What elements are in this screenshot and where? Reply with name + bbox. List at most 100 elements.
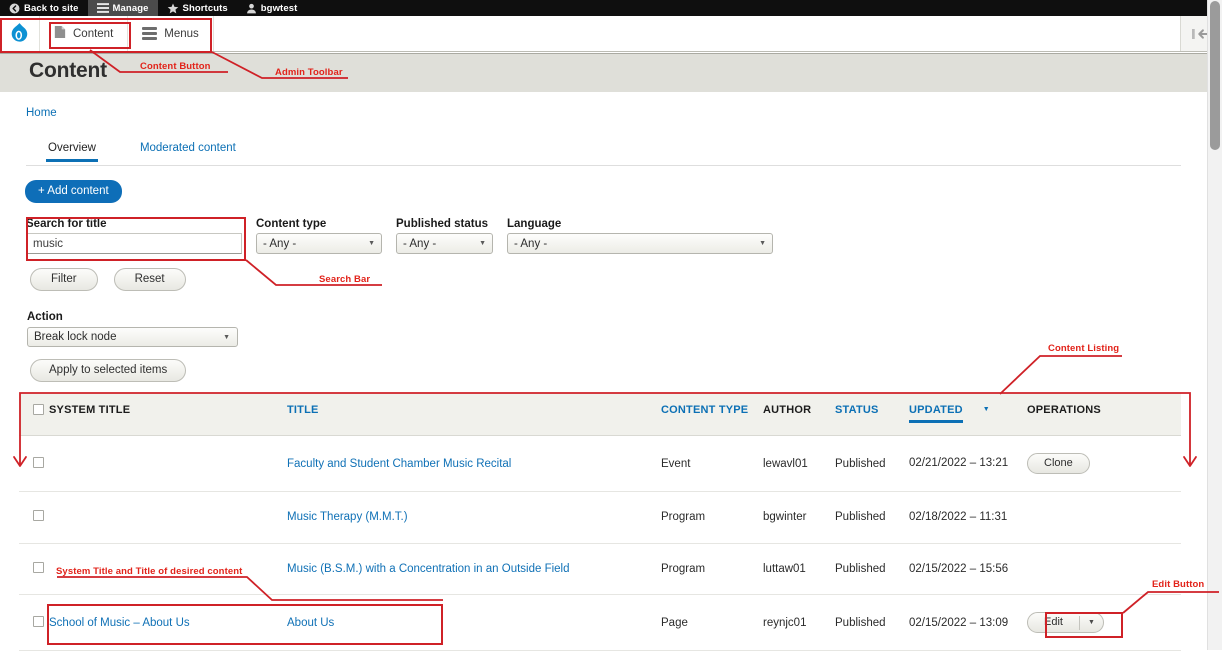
breadcrumb[interactable]: Home	[26, 107, 57, 119]
column-header-content-type[interactable]: CONTENT TYPE	[661, 393, 763, 436]
language-group: Language - Any - ▼	[507, 218, 773, 254]
tab-moderated-content[interactable]: Moderated content	[118, 142, 258, 161]
row-select-cell	[19, 594, 49, 651]
content-type-label: Content type	[256, 218, 327, 230]
chevron-down-icon: ▼	[759, 240, 766, 247]
clone-button[interactable]: Clone	[1027, 453, 1090, 474]
content-type-group: Content type - Any - ▼	[256, 218, 382, 254]
cell-system-title	[49, 491, 287, 544]
edit-dropdown-toggle[interactable]: ▼	[1078, 615, 1103, 630]
content-type-value: - Any -	[263, 237, 297, 250]
toolbar-menus-button[interactable]: Menus	[128, 16, 214, 51]
content-title-link[interactable]: Music (B.S.M.) with a Concentration in a…	[287, 563, 570, 575]
clone-button-label: Clone	[1044, 457, 1073, 469]
sort-descending-icon[interactable]: ▼	[983, 406, 990, 413]
toolbar-content-label: Content	[73, 27, 114, 40]
admin-menu-back-to-site-label: Back to site	[24, 2, 79, 14]
cell-status: Published	[835, 594, 909, 651]
admin-toolbar: Content Menus	[0, 16, 1222, 52]
search-for-title-label: Search for title	[26, 218, 107, 230]
toolbar-content-button[interactable]: Content	[40, 16, 129, 51]
vertical-scrollbar-track[interactable]	[1207, 0, 1222, 650]
chevron-down-icon: ▼	[368, 240, 375, 247]
cell-content-type: Event	[661, 435, 763, 492]
row-select-cell	[19, 491, 49, 544]
row-checkbox[interactable]	[33, 562, 44, 573]
row-checkbox[interactable]	[33, 510, 44, 522]
table-header-row: SYSTEM TITLE TITLE CONTENT TYPE AUTHOR S…	[19, 393, 1181, 436]
admin-menu-manage-label: Manage	[112, 2, 149, 14]
content-type-select[interactable]: - Any - ▼	[256, 233, 382, 254]
apply-to-selected-items-button[interactable]: Apply to selected items	[30, 359, 187, 382]
cell-operations	[1027, 491, 1181, 544]
language-select[interactable]: - Any - ▼	[507, 233, 773, 254]
edit-button-label: Edit	[1044, 616, 1063, 629]
content-title-link[interactable]: Music Therapy (M.M.T.)	[287, 511, 408, 523]
table-body: Faculty and Student Chamber Music Recita…	[19, 435, 1181, 651]
cell-updated: 02/21/2022 – 13:21	[909, 435, 1027, 492]
column-header-title[interactable]: TITLE	[287, 393, 661, 436]
column-header-updated[interactable]: UPDATED ▼	[909, 393, 1027, 436]
drupal-logo-icon[interactable]	[0, 16, 40, 51]
published-status-select[interactable]: - Any - ▼	[396, 233, 493, 254]
menus-hamburger-icon	[142, 25, 158, 43]
column-header-status[interactable]: STATUS	[835, 393, 909, 436]
admin-menu-username: bgwtest	[260, 2, 298, 14]
page-title-band	[0, 53, 1207, 92]
tab-overview[interactable]: Overview	[26, 142, 118, 162]
cell-title: Music (B.S.M.) with a Concentration in a…	[287, 543, 661, 596]
cell-operations	[1027, 543, 1181, 596]
cell-updated: 02/15/2022 – 15:56	[909, 543, 1027, 596]
row-checkbox[interactable]	[33, 615, 44, 627]
filter-button[interactable]: Filter	[30, 268, 98, 291]
cell-content-type: Program	[661, 543, 763, 596]
cell-content-type: Program	[661, 491, 763, 544]
breadcrumb-home-link[interactable]: Home	[26, 107, 57, 119]
select-all-checkbox[interactable]	[33, 404, 44, 415]
column-header-operations: OPERATIONS	[1027, 393, 1181, 436]
cell-author: reynjc01	[763, 594, 835, 651]
content-title-link[interactable]: About Us	[287, 617, 334, 629]
admin-menu-user[interactable]: bgwtest	[237, 0, 307, 16]
cell-system-title	[49, 543, 287, 596]
admin-menu-shortcuts-label: Shortcuts	[182, 2, 228, 14]
select-all-header	[19, 393, 49, 436]
hamburger-icon	[96, 3, 109, 13]
tab-overview-label: Overview	[48, 142, 96, 154]
tab-moderated-content-label: Moderated content	[139, 142, 236, 154]
toolbar-menus-label: Menus	[164, 27, 199, 40]
search-input[interactable]	[26, 233, 242, 254]
published-status-label: Published status	[396, 218, 489, 230]
edit-button[interactable]: Edit ▼	[1027, 612, 1104, 634]
cell-author: luttaw01	[763, 543, 835, 596]
cell-title: About Us	[287, 594, 661, 651]
admin-menu-shortcuts[interactable]: Shortcuts	[158, 0, 237, 16]
row-checkbox[interactable]	[33, 456, 44, 468]
content-title-link[interactable]: Faculty and Student Chamber Music Recita…	[287, 458, 511, 470]
action-select[interactable]: Break lock node ▼	[27, 327, 238, 347]
column-header-system-title: SYSTEM TITLE	[49, 393, 287, 436]
admin-menu-back-to-site[interactable]: Back to site	[0, 0, 88, 16]
vertical-scrollbar-thumb[interactable]	[1210, 1, 1220, 150]
admin-menu-manage[interactable]: Manage	[87, 0, 158, 16]
table-row: Faculty and Student Chamber Music Recita…	[19, 435, 1181, 492]
reset-button[interactable]: Reset	[113, 268, 186, 291]
cell-content-type: Page	[661, 594, 763, 651]
published-status-group: Published status - Any - ▼	[396, 218, 493, 254]
chevron-down-icon: ▼	[479, 240, 486, 247]
row-select-cell	[19, 543, 49, 596]
cell-title: Faculty and Student Chamber Music Recita…	[287, 435, 661, 492]
filter-actions: Filter Reset	[30, 268, 186, 291]
add-content-button[interactable]: + Add content	[25, 180, 122, 203]
language-label: Language	[507, 218, 562, 230]
cell-status: Published	[835, 491, 909, 544]
action-label: Action	[27, 311, 63, 323]
chevron-down-icon: ▼	[223, 333, 230, 341]
filter-bar: Search for title Content type - Any - ▼ …	[26, 218, 773, 254]
cell-updated: 02/18/2022 – 11:31	[909, 491, 1027, 544]
search-for-title-group: Search for title	[26, 218, 242, 254]
toolbar-empty-space	[213, 16, 1180, 51]
star-icon	[167, 2, 179, 14]
system-title-link[interactable]: School of Music – About Us	[49, 617, 190, 629]
column-header-author: AUTHOR	[763, 393, 835, 436]
